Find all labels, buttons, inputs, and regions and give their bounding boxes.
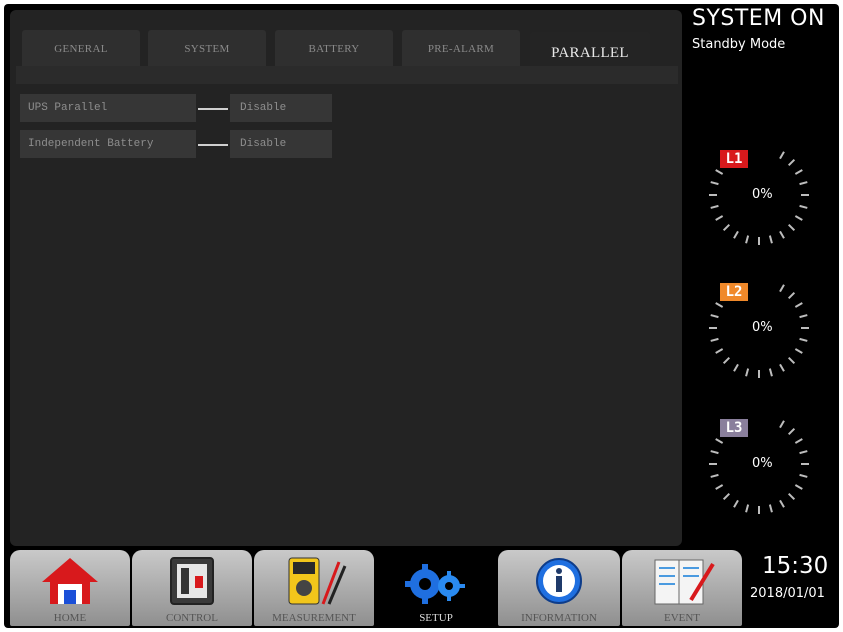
nav-control-button[interactable]: CONTROL — [132, 548, 252, 628]
gauge-tick — [779, 499, 785, 508]
gauge-tick — [710, 181, 719, 186]
gauge-tick — [787, 356, 796, 365]
tab-general[interactable]: GENERAL — [22, 30, 140, 68]
ups-display: GENERAL SYSTEM BATTERY PRE-ALARM PARALLE… — [4, 4, 839, 628]
gauge-tick — [799, 337, 808, 342]
gauge-tick — [794, 215, 803, 221]
gauge-tick — [715, 169, 724, 175]
gauge-tick — [733, 363, 739, 372]
gauge-tick — [715, 484, 724, 490]
phase-l1-gauge: L1 0% — [704, 140, 814, 250]
gauge-tick — [779, 151, 785, 160]
gauge-tick — [779, 230, 785, 239]
system-status-title: SYSTEM ON — [692, 6, 825, 31]
gauge-tick — [794, 438, 803, 444]
tab-system[interactable]: SYSTEM — [148, 30, 266, 68]
event-log-icon — [647, 556, 717, 611]
clock-date: 2018/01/01 — [750, 586, 825, 601]
clock-time: 15:30 — [762, 553, 829, 579]
gauge-tick — [710, 450, 719, 455]
phase-l3-badge: L3 — [720, 419, 748, 437]
gears-icon — [403, 556, 469, 611]
gauge-tick — [715, 215, 724, 221]
gauge-tick — [787, 492, 796, 501]
gauge-tick — [745, 368, 750, 377]
connector-line — [198, 144, 228, 146]
gauge-tick — [710, 204, 719, 209]
phase-l1-load: 0% — [752, 187, 773, 202]
gauge-tick — [733, 499, 739, 508]
ups-parallel-label: UPS Parallel — [20, 94, 196, 122]
control-icon — [167, 556, 217, 611]
gauge-tick — [710, 314, 719, 319]
nav-event-button[interactable]: EVENT — [622, 548, 742, 628]
gauge-tick — [794, 348, 803, 354]
gauge-tick — [745, 504, 750, 513]
gauge-tick — [715, 438, 724, 444]
gauge-tick — [794, 302, 803, 308]
nav-home-button[interactable]: HOME — [10, 548, 130, 628]
gauge-tick — [768, 235, 773, 244]
gauge-tick — [794, 169, 803, 175]
gauge-tick — [722, 356, 731, 365]
gauge-tick — [710, 473, 719, 478]
gauge-tick — [768, 504, 773, 513]
multimeter-icon — [279, 556, 349, 611]
gauge-tick — [787, 291, 796, 300]
gauge-tick — [799, 450, 808, 455]
nav-event-label: EVENT — [663, 612, 701, 624]
gauge-tick — [710, 337, 719, 342]
phase-l2-badge: L2 — [720, 283, 748, 301]
phase-l2-load: 0% — [752, 320, 773, 335]
gauge-tick — [722, 492, 731, 501]
phase-l2-gauge: L2 0% — [704, 273, 814, 383]
gauge-tick — [799, 204, 808, 209]
phase-l1-badge: L1 — [720, 150, 748, 168]
gauge-tick — [715, 348, 724, 354]
gauge-tick — [779, 284, 785, 293]
tab-content-header — [16, 66, 678, 84]
info-icon — [534, 556, 584, 611]
gauge-tick — [779, 363, 785, 372]
gauge-tick — [799, 181, 808, 186]
tab-pre-alarm[interactable]: PRE-ALARM — [402, 30, 520, 68]
tab-battery[interactable]: BATTERY — [275, 30, 393, 68]
phase-l3-load: 0% — [752, 456, 773, 471]
gauge-tick — [799, 473, 808, 478]
setup-panel: GENERAL SYSTEM BATTERY PRE-ALARM PARALLE… — [10, 10, 682, 546]
nav-measurement-button[interactable]: MEASUREMENT — [254, 548, 374, 628]
gauge-tick — [715, 302, 724, 308]
gauge-tick — [787, 158, 796, 167]
gauge-tick — [722, 223, 731, 232]
phase-l3-gauge: L3 0% — [704, 409, 814, 519]
nav-information-button[interactable]: INFORMATION — [498, 548, 620, 628]
independent-battery-label: Independent Battery — [20, 130, 196, 158]
independent-battery-value[interactable]: Disable — [230, 130, 332, 158]
nav-home-label: HOME — [53, 612, 87, 624]
nav-measurement-label: MEASUREMENT — [272, 612, 356, 624]
gauge-tick — [799, 314, 808, 319]
gauge-tick — [794, 484, 803, 490]
nav-setup-button[interactable]: SETUP — [376, 548, 496, 628]
gauge-tick — [733, 230, 739, 239]
gauge-tick — [787, 427, 796, 436]
connector-line — [198, 108, 228, 110]
system-mode: Standby Mode — [692, 37, 786, 52]
nav-setup-label: SETUP — [419, 612, 453, 624]
home-icon — [40, 556, 100, 611]
ups-parallel-value[interactable]: Disable — [230, 94, 332, 122]
nav-information-label: INFORMATION — [521, 612, 597, 624]
gauge-tick — [779, 420, 785, 429]
gauge-tick — [745, 235, 750, 244]
gauge-tick — [768, 368, 773, 377]
gauge-tick — [787, 223, 796, 232]
nav-control-label: CONTROL — [166, 612, 218, 624]
